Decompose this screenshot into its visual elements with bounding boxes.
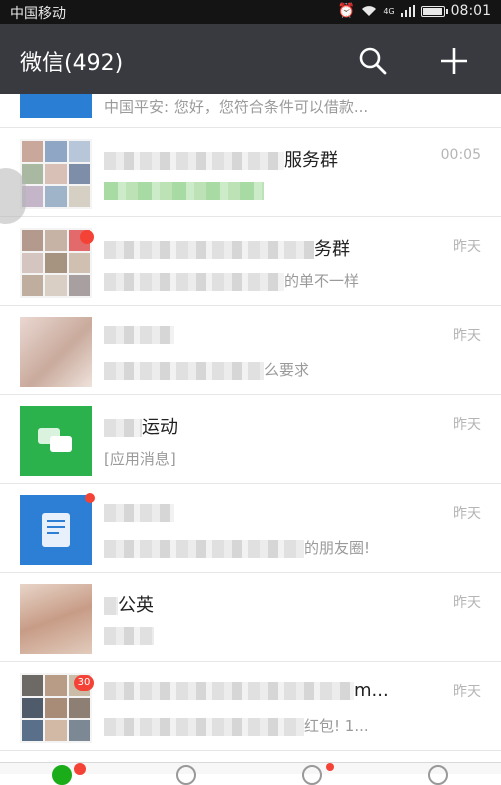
chat-time: 昨天	[453, 506, 481, 522]
header-bar: 微信(492)	[0, 24, 501, 94]
chat-name: m...	[104, 680, 389, 701]
chat-row[interactable]: 运动 [应用消息] 昨天	[0, 395, 501, 484]
chat-preview: 的朋友圈!	[104, 537, 370, 558]
avatar	[20, 94, 92, 118]
chat-row[interactable]: 的朋友圈! 昨天	[0, 484, 501, 573]
chat-row[interactable]: 么要求 昨天	[0, 306, 501, 395]
unread-badge	[80, 230, 94, 244]
chat-name: 运动	[104, 413, 178, 439]
signal-icon	[400, 5, 415, 17]
chat-time: 昨天	[453, 417, 481, 433]
chat-preview: 的单不一样	[104, 270, 359, 291]
add-icon[interactable]	[439, 46, 469, 76]
chat-time: 昨天	[453, 239, 481, 255]
chat-name: 公英	[104, 591, 154, 617]
status-icons: ⏰ 4G 08:01	[338, 3, 491, 19]
discover-tab-icon[interactable]	[302, 765, 322, 785]
avatar	[20, 584, 92, 654]
group-avatar	[20, 139, 92, 209]
status-time: 08:01	[450, 3, 491, 19]
chats-tab-icon[interactable]	[52, 765, 72, 785]
floating-assistive-ball[interactable]	[0, 168, 26, 224]
bottom-tab-bar	[0, 762, 501, 785]
chat-name: 服务群	[104, 146, 338, 172]
chat-time: 00:05	[440, 147, 481, 163]
network-type: 4G	[383, 6, 395, 16]
chat-preview: 红包! 1...	[104, 715, 369, 736]
avatar	[20, 317, 92, 387]
unread-count-badge: 30	[74, 675, 94, 691]
chat-row[interactable]: 服务群 00:05	[0, 128, 501, 217]
status-bar: 中国移动 ⏰ 4G 08:01	[0, 0, 501, 24]
chat-time: 昨天	[453, 595, 481, 611]
wechat-sport-avatar	[20, 406, 92, 476]
chat-row[interactable]: 公英 昨天	[0, 573, 501, 662]
unread-dot	[85, 493, 95, 503]
chat-preview	[104, 181, 264, 200]
wifi-icon	[362, 6, 377, 16]
chat-name: 务群	[104, 235, 350, 261]
search-icon[interactable]	[358, 46, 388, 76]
battery-icon	[420, 5, 448, 17]
chat-name	[104, 502, 174, 523]
chat-row[interactable]: 30 m... 红包! 1... 昨天	[0, 662, 501, 751]
document-icon	[42, 513, 70, 547]
chat-preview: 中国平安: 您好，您符合条件可以借款...	[104, 98, 369, 116]
carrier-name: 中国移动	[10, 6, 66, 22]
chat-row[interactable]: 务群 的单不一样 昨天	[0, 217, 501, 306]
chat-row-partial[interactable]: 中国平安: 您好，您符合条件可以借款...	[0, 94, 501, 128]
group-avatar	[20, 228, 94, 298]
chat-list[interactable]: 中国平安: 您好，您符合条件可以借款... 服务群 00:05 务群 的单不一样…	[0, 94, 501, 774]
chat-preview	[104, 626, 154, 645]
contacts-tab-icon[interactable]	[176, 765, 196, 785]
chat-preview: 么要求	[104, 359, 309, 380]
app-avatar	[20, 493, 95, 565]
page-title: 微信(492)	[20, 51, 124, 76]
chat-time: 昨天	[453, 684, 481, 700]
me-tab-icon[interactable]	[428, 765, 448, 785]
group-avatar: 30	[20, 673, 94, 743]
chat-time: 昨天	[453, 328, 481, 344]
chat-name	[104, 324, 174, 345]
chat-preview: [应用消息]	[104, 450, 176, 468]
alarm-icon: ⏰	[337, 3, 356, 19]
sport-icon	[38, 428, 72, 452]
chats-tab-badge	[74, 763, 86, 775]
discover-tab-dot	[326, 763, 334, 771]
